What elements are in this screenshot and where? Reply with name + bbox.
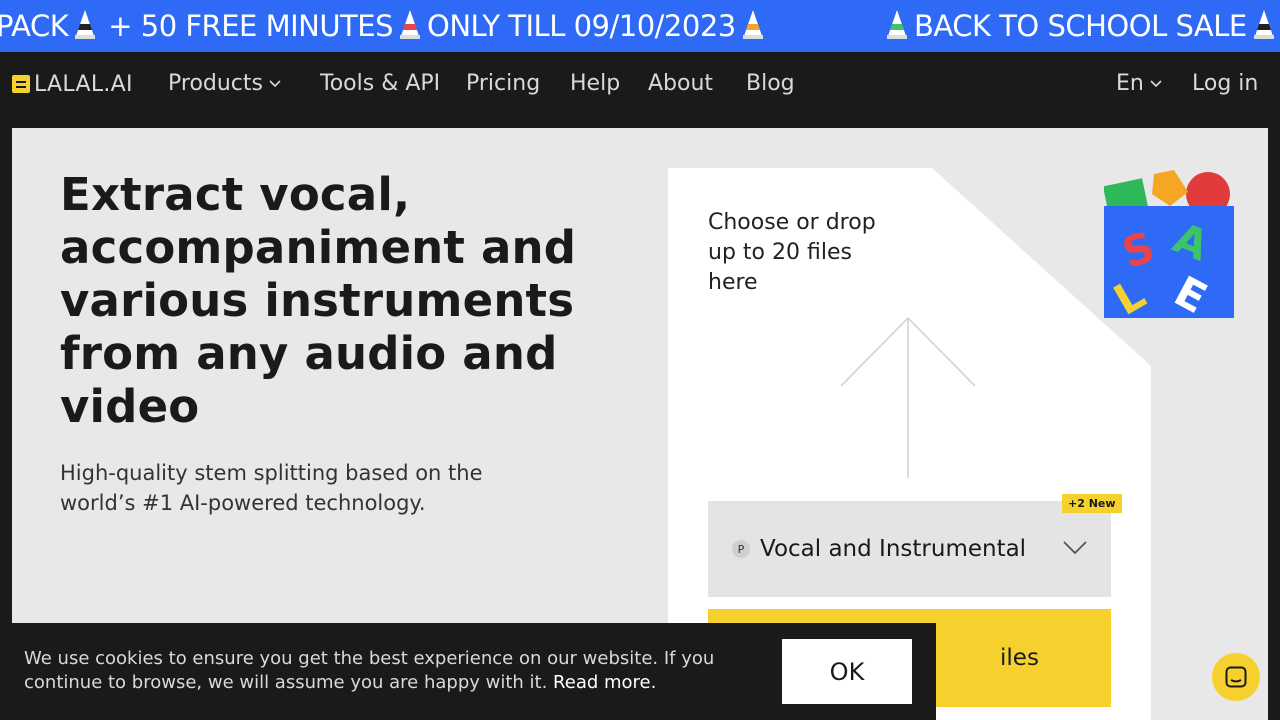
traffic-cone-icon (400, 10, 421, 39)
banner-segment: PACK (0, 9, 69, 43)
nav-about[interactable]: About (648, 68, 713, 98)
hero-headline: Extract vocal, accompaniment and various… (60, 168, 577, 433)
logo[interactable]: LALAL.AI (12, 71, 133, 97)
traffic-cone-icon (742, 10, 763, 39)
traffic-cone-icon (75, 10, 96, 39)
select-files-label: iles (1000, 645, 1039, 671)
nav-pricing[interactable]: Pricing (466, 68, 540, 98)
logo-icon (12, 75, 30, 93)
logo-text: LALAL.AI (34, 71, 133, 97)
nav-help[interactable]: Help (570, 68, 620, 98)
upload-arrow-icon (840, 317, 976, 478)
sale-bag-icon[interactable]: S A L E (1104, 168, 1236, 320)
chat-icon (1225, 666, 1247, 688)
chevron-down-icon (1063, 541, 1087, 555)
drop-zone-text: Choose or drop up to 20 files here (708, 210, 876, 295)
traffic-cone-icon (887, 10, 907, 39)
promo-banner[interactable]: PACK + 50 FREE MINUTES ONLY TILL 09/10/2… (0, 0, 1280, 52)
top-nav: LALAL.AI Products Tools & API Pricing He… (0, 52, 1280, 116)
banner-segment: + 50 FREE MINUTES (108, 9, 394, 43)
stem-type-icon: P (732, 540, 750, 558)
traffic-cone-icon (1253, 10, 1274, 39)
nav-products-label: Products (168, 70, 263, 96)
banner-track: PACK + 50 FREE MINUTES ONLY TILL 09/10/2… (0, 0, 770, 52)
stem-type-select[interactable]: P Vocal and Instrumental (708, 501, 1111, 597)
chevron-down-icon (1150, 80, 1162, 88)
nav-tools-api[interactable]: Tools & API (320, 68, 440, 98)
new-badge: +2 New (1062, 494, 1122, 513)
nav-blog[interactable]: Blog (746, 68, 795, 98)
language-label: En (1116, 70, 1144, 96)
cookie-banner: We use cookies to ensure you get the bes… (0, 623, 936, 720)
banner-track: BACK TO SCHOOL SALE (880, 0, 1280, 52)
cookie-text: We use cookies to ensure you get the bes… (24, 647, 744, 695)
cookie-read-more-link[interactable]: Read more. (553, 672, 656, 693)
nav-products[interactable]: Products (168, 68, 281, 98)
cookie-ok-button[interactable]: OK (782, 639, 912, 704)
hero-subline: High-quality stem splitting based on the… (60, 461, 483, 515)
login-link[interactable]: Log in (1192, 68, 1258, 98)
banner-segment: ONLY TILL 09/10/2023 (427, 9, 736, 43)
banner-segment: BACK TO SCHOOL SALE (914, 9, 1247, 43)
language-selector[interactable]: En (1116, 68, 1162, 98)
stem-type-label: Vocal and Instrumental (760, 536, 1027, 562)
chevron-down-icon (269, 80, 281, 88)
chat-launcher[interactable] (1212, 653, 1260, 701)
